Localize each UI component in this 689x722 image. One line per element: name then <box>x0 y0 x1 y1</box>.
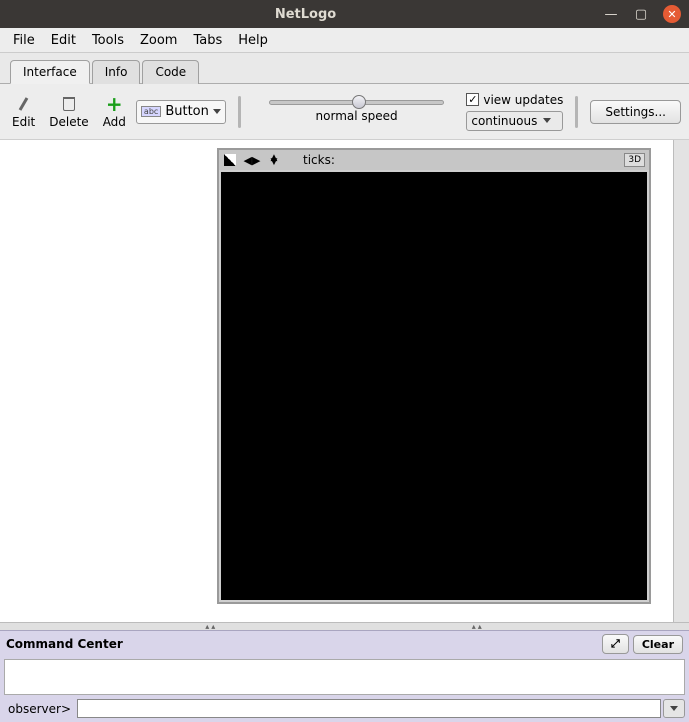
world-view[interactable] <box>221 172 647 600</box>
maximize-button[interactable]: ▢ <box>633 6 649 22</box>
command-input-row: observer> <box>0 697 689 722</box>
widget-type-label: Button <box>165 104 209 119</box>
tab-code[interactable]: Code <box>142 60 199 84</box>
speed-control: normal speed <box>253 100 460 123</box>
add-tool-label: Add <box>103 115 126 129</box>
trash-icon <box>60 95 78 113</box>
minimize-icon: — <box>605 7 618 22</box>
update-mode-selector[interactable]: continuous <box>466 111 563 131</box>
shapes-icon[interactable] <box>223 153 237 167</box>
view-updates-row: ✓ view updates <box>466 93 563 107</box>
command-center: Command Center ⤢ Clear observer> <box>0 630 689 722</box>
ticks-label: ticks: <box>303 153 335 167</box>
window-controls: — ▢ <box>603 5 681 23</box>
menu-tools[interactable]: Tools <box>85 30 131 51</box>
expand-icon: ⤢ <box>611 637 620 650</box>
menu-file[interactable]: File <box>6 30 42 51</box>
arrows-icon[interactable]: ◀▶ <box>245 153 259 167</box>
canvas[interactable]: ◀▶ ▲▼ ticks: 3D <box>0 140 673 622</box>
world-view-widget[interactable]: ◀▶ ▲▼ ticks: 3D <box>217 148 651 604</box>
pane-resizer[interactable]: ▴▴ ▴▴ <box>0 622 689 630</box>
tabbar: Interface Info Code <box>0 53 689 84</box>
tab-interface[interactable]: Interface <box>10 60 90 84</box>
edit-tool-label: Edit <box>12 115 35 129</box>
chevron-down-icon <box>213 109 221 114</box>
tab-info[interactable]: Info <box>92 60 141 84</box>
chevron-down-icon <box>670 706 678 711</box>
view-header: ◀▶ ▲▼ ticks: 3D <box>219 150 649 170</box>
toolbar-divider <box>575 96 578 128</box>
slider-thumb[interactable] <box>352 95 366 109</box>
command-center-title: Command Center <box>6 637 123 651</box>
history-dropdown[interactable] <box>663 699 685 718</box>
sort-icon[interactable]: ▲▼ <box>267 153 281 167</box>
minimize-button[interactable]: — <box>603 6 619 22</box>
abc-icon: abc <box>141 106 161 117</box>
speed-slider[interactable] <box>269 100 444 105</box>
menu-tabs[interactable]: Tabs <box>186 30 229 51</box>
menu-zoom[interactable]: Zoom <box>133 30 184 51</box>
widget-type-selector[interactable]: abc Button <box>136 100 226 124</box>
view-updates-label: view updates <box>483 93 563 107</box>
window-title: NetLogo <box>8 7 603 22</box>
command-input[interactable] <box>77 699 661 718</box>
vertical-scrollbar[interactable] <box>673 140 689 622</box>
plus-icon: + <box>105 95 123 113</box>
pencil-icon <box>15 95 33 113</box>
toolbar-divider <box>238 96 241 128</box>
maximize-icon: ▢ <box>635 7 647 22</box>
menu-help[interactable]: Help <box>231 30 275 51</box>
3d-button[interactable]: 3D <box>624 153 645 167</box>
menubar: File Edit Tools Zoom Tabs Help <box>0 28 689 53</box>
command-output[interactable] <box>4 659 685 695</box>
view-updates-checkbox[interactable]: ✓ <box>466 93 479 106</box>
update-block: ✓ view updates continuous <box>466 93 563 131</box>
delete-tool[interactable]: Delete <box>45 95 92 129</box>
command-center-header: Command Center ⤢ Clear <box>0 631 689 657</box>
edit-tool[interactable]: Edit <box>8 95 39 129</box>
clear-button[interactable]: Clear <box>633 635 683 654</box>
interface-canvas-area: ◀▶ ▲▼ ticks: 3D <box>0 140 689 622</box>
expand-button[interactable]: ⤢ <box>602 634 629 654</box>
settings-button[interactable]: Settings... <box>590 100 681 124</box>
add-tool[interactable]: + Add <box>99 95 130 129</box>
toolbar: Edit Delete + Add abc Button normal spee… <box>0 84 689 140</box>
close-button[interactable] <box>663 5 681 23</box>
titlebar: NetLogo — ▢ <box>0 0 689 28</box>
speed-label: normal speed <box>316 109 398 123</box>
delete-tool-label: Delete <box>49 115 88 129</box>
chevron-down-icon <box>543 118 551 123</box>
agent-context-label[interactable]: observer> <box>4 700 75 718</box>
menu-edit[interactable]: Edit <box>44 30 83 51</box>
update-mode-label: continuous <box>471 114 537 128</box>
